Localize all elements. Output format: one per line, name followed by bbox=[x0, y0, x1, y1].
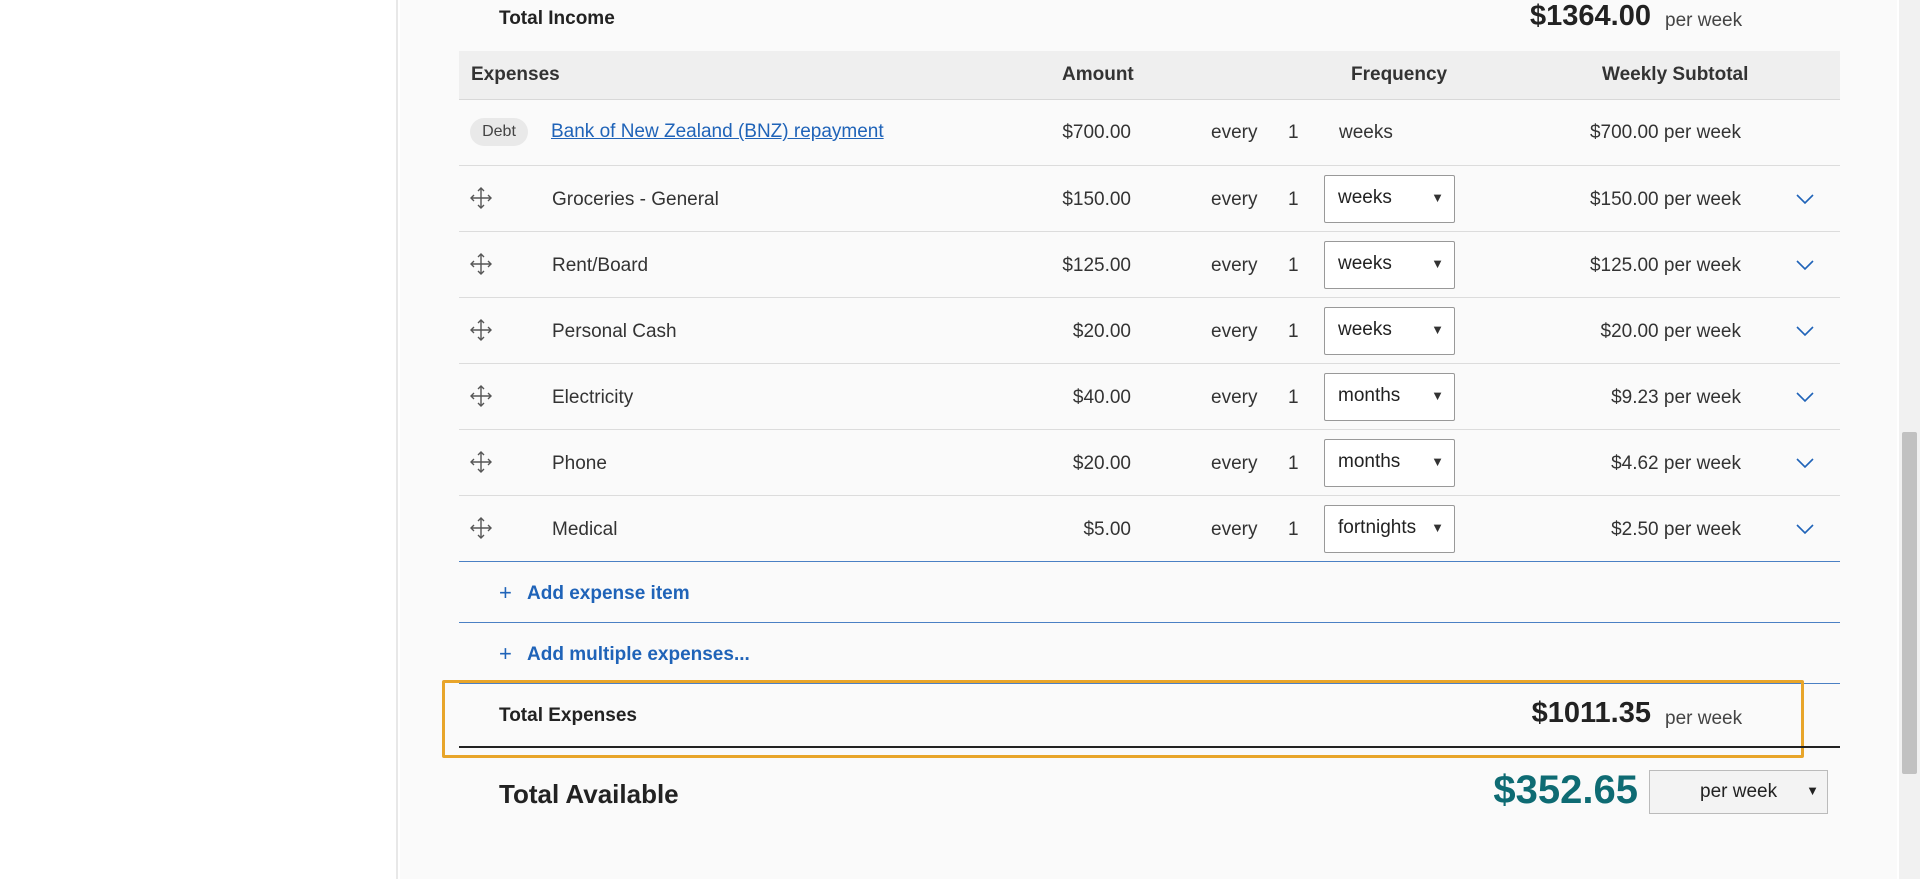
expense-amount[interactable]: $150.00 bbox=[981, 189, 1131, 211]
header-weekly-subtotal: Weekly Subtotal bbox=[1602, 64, 1749, 85]
move-icon[interactable] bbox=[469, 450, 493, 474]
frequency-select[interactable]: fortnights ▼ bbox=[1324, 505, 1455, 553]
expense-count[interactable]: 1 bbox=[1288, 453, 1299, 475]
dropdown-arrow-icon: ▼ bbox=[1431, 388, 1444, 403]
header-frequency: Frequency bbox=[1351, 64, 1448, 85]
frequency-value: months bbox=[1338, 451, 1401, 472]
add-expense-item-link[interactable]: + Add expense item bbox=[499, 580, 690, 606]
expense-name[interactable]: Rent/Board bbox=[552, 255, 648, 277]
add-expense-item-label: Add expense item bbox=[527, 583, 690, 604]
total-expenses-label: Total Expenses bbox=[499, 705, 637, 726]
expense-every: every bbox=[1211, 519, 1258, 540]
chevron-down-icon[interactable] bbox=[1794, 257, 1816, 273]
frequency-value: weeks bbox=[1338, 253, 1392, 274]
frequency-select[interactable]: months ▼ bbox=[1324, 373, 1455, 421]
frequency-value: weeks bbox=[1338, 319, 1392, 340]
expense-count[interactable]: 1 bbox=[1288, 519, 1299, 541]
expense-name[interactable]: Groceries - General bbox=[552, 189, 719, 211]
debt-link-bnz[interactable]: Bank of New Zealand (BNZ) repayment bbox=[551, 121, 884, 143]
frequency-value: weeks bbox=[1338, 187, 1392, 208]
chevron-down-icon[interactable] bbox=[1794, 323, 1816, 339]
row-divider bbox=[459, 561, 1840, 562]
chevron-down-icon[interactable] bbox=[1794, 191, 1816, 207]
frequency-select[interactable]: weeks ▼ bbox=[1324, 241, 1455, 289]
expense-count[interactable]: 1 bbox=[1288, 321, 1299, 343]
row-divider bbox=[459, 231, 1840, 232]
frequency-select[interactable]: weeks ▼ bbox=[1324, 175, 1455, 223]
chevron-down-icon[interactable] bbox=[1794, 521, 1816, 537]
dropdown-arrow-icon: ▼ bbox=[1431, 190, 1444, 205]
plus-icon: + bbox=[499, 641, 512, 666]
add-multiple-expenses-link[interactable]: + Add multiple expenses... bbox=[499, 641, 750, 667]
chevron-down-icon[interactable] bbox=[1794, 389, 1816, 405]
debt-every: every bbox=[1211, 122, 1258, 143]
dropdown-arrow-icon: ▼ bbox=[1431, 322, 1444, 337]
chevron-down-icon[interactable] bbox=[1794, 455, 1816, 471]
expense-amount[interactable]: $20.00 bbox=[981, 321, 1131, 343]
expense-name[interactable]: Phone bbox=[552, 453, 607, 475]
expense-amount[interactable]: $20.00 bbox=[981, 453, 1131, 475]
expense-subtotal: $9.23 per week bbox=[1611, 387, 1741, 408]
scrollbar-thumb[interactable] bbox=[1902, 432, 1917, 774]
move-icon[interactable] bbox=[469, 516, 493, 540]
expense-name[interactable]: Medical bbox=[552, 519, 617, 541]
row-divider bbox=[459, 363, 1840, 364]
expense-subtotal: $150.00 per week bbox=[1589, 189, 1741, 210]
row-divider bbox=[459, 165, 1840, 166]
total-income-period: per week bbox=[1665, 10, 1743, 31]
expense-every: every bbox=[1211, 321, 1258, 342]
total-available-amount: $352.65 bbox=[1493, 768, 1638, 812]
row-divider bbox=[459, 622, 1840, 623]
debt-count: 1 bbox=[1288, 122, 1299, 143]
row-divider bbox=[459, 429, 1840, 430]
header-expenses: Expenses bbox=[471, 64, 560, 85]
expense-amount[interactable]: $5.00 bbox=[981, 519, 1131, 541]
debt-amount: $700.00 bbox=[1062, 122, 1131, 143]
add-multiple-expenses-label: Add multiple expenses... bbox=[527, 644, 750, 665]
totals-divider bbox=[459, 746, 1840, 748]
period-select-value: per week bbox=[1700, 781, 1778, 802]
frequency-value: months bbox=[1338, 385, 1401, 406]
left-panel bbox=[0, 0, 398, 879]
move-icon[interactable] bbox=[469, 186, 493, 210]
frequency-value: fortnights bbox=[1338, 517, 1417, 538]
expense-name[interactable]: Electricity bbox=[552, 387, 633, 409]
dropdown-arrow-icon: ▼ bbox=[1806, 783, 1819, 798]
expense-count[interactable]: 1 bbox=[1288, 189, 1299, 211]
move-icon[interactable] bbox=[469, 252, 493, 276]
expense-every: every bbox=[1211, 189, 1258, 210]
expense-subtotal: $20.00 per week bbox=[1600, 321, 1742, 342]
move-icon[interactable] bbox=[469, 384, 493, 408]
dropdown-arrow-icon: ▼ bbox=[1431, 520, 1444, 535]
frequency-select[interactable]: weeks ▼ bbox=[1324, 307, 1455, 355]
dropdown-arrow-icon: ▼ bbox=[1431, 256, 1444, 271]
frequency-select[interactable]: months ▼ bbox=[1324, 439, 1455, 487]
expense-count[interactable]: 1 bbox=[1288, 387, 1299, 409]
total-expenses-amount: $1011.35 bbox=[1531, 697, 1651, 729]
row-divider bbox=[459, 495, 1840, 496]
expense-every: every bbox=[1211, 387, 1258, 408]
move-icon[interactable] bbox=[469, 318, 493, 342]
expense-amount[interactable]: $40.00 bbox=[981, 387, 1131, 409]
expense-amount[interactable]: $125.00 bbox=[981, 255, 1131, 277]
plus-icon: + bbox=[499, 580, 512, 605]
period-select[interactable]: per week ▼ bbox=[1649, 770, 1828, 814]
total-expenses-period: per week bbox=[1665, 708, 1743, 729]
total-income-amount: $1364.00 bbox=[1530, 0, 1651, 32]
dropdown-arrow-icon: ▼ bbox=[1431, 454, 1444, 469]
debt-subtotal: $700.00 per week bbox=[1589, 122, 1741, 143]
total-income-label: Total Income bbox=[499, 8, 615, 29]
expense-every: every bbox=[1211, 453, 1258, 474]
expense-name[interactable]: Personal Cash bbox=[552, 321, 677, 343]
expense-every: every bbox=[1211, 255, 1258, 276]
debt-badge: Debt bbox=[470, 118, 528, 146]
expense-subtotal: $125.00 per week bbox=[1589, 255, 1741, 276]
expense-subtotal: $2.50 per week bbox=[1611, 519, 1741, 540]
debt-unit: weeks bbox=[1339, 122, 1393, 143]
expense-subtotal: $4.62 per week bbox=[1611, 453, 1741, 474]
total-available-label: Total Available bbox=[499, 779, 679, 809]
expense-count[interactable]: 1 bbox=[1288, 255, 1299, 277]
header-amount: Amount bbox=[1062, 64, 1134, 85]
row-divider bbox=[459, 297, 1840, 298]
